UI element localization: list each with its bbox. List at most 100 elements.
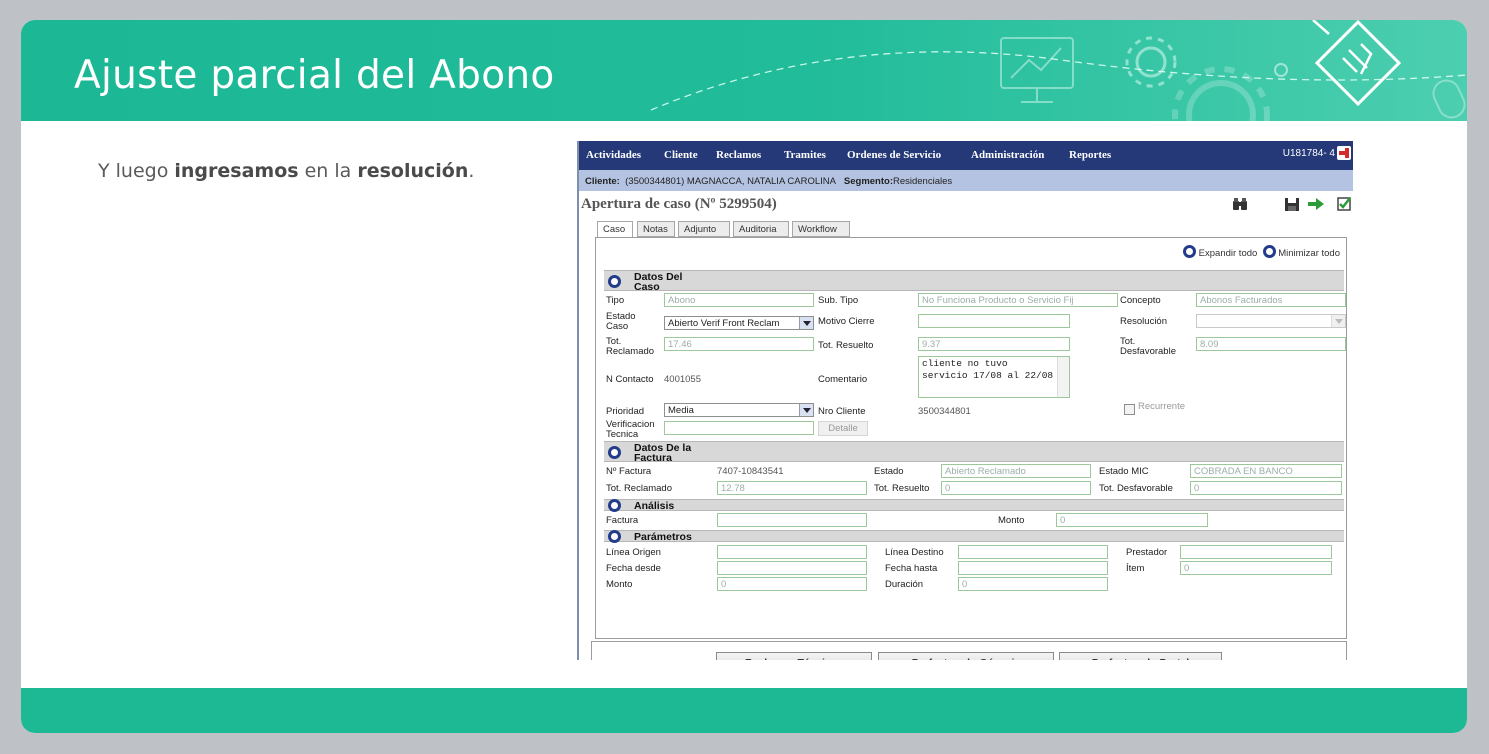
logout-icon[interactable] <box>1337 146 1351 160</box>
nro-cliente-label: Nro Cliente <box>818 406 866 417</box>
tot-desfav-field[interactable]: 8.09 <box>1196 337 1346 351</box>
save-icon[interactable] <box>1283 195 1301 213</box>
tot-resuelto-label: Tot. Resuelto <box>818 340 874 351</box>
verif-tecnica-field[interactable] <box>664 421 814 435</box>
analisis-monto-label: Monto <box>998 515 1025 526</box>
factura-estado-field[interactable]: Abierto Reclamado <box>941 464 1091 478</box>
collapse-icon[interactable] <box>608 446 621 459</box>
nro-cliente-value: 3500344801 <box>918 406 971 417</box>
menu-tramites[interactable]: Tramites <box>784 149 826 161</box>
fecha-desde-field[interactable] <box>717 561 867 575</box>
detalle-button[interactable]: Detalle <box>818 421 868 436</box>
tab-notas[interactable]: Notas <box>637 221 675 237</box>
textarea-scrollbar[interactable] <box>1057 357 1069 397</box>
prestador-label: Prestador <box>1126 547 1168 558</box>
comentario-textarea[interactable]: cliente no tuvo servicio 17/08 al 22/08 <box>918 356 1070 398</box>
resolucion-select[interactable] <box>1196 314 1346 328</box>
linea-destino-field[interactable] <box>958 545 1108 559</box>
factura-tot-resuelto-field[interactable]: 0 <box>941 481 1091 495</box>
chevron-down-icon <box>1331 315 1345 327</box>
expand-links: Expandir todo Minimizar todo <box>1183 245 1340 259</box>
estado-mic-field[interactable]: COBRADA EN BANCO <box>1190 464 1342 478</box>
factura-tot-reclamado-field[interactable]: 12.78 <box>717 481 867 495</box>
section-datos-caso[interactable]: Datos Del Caso <box>604 270 1344 292</box>
linea-origen-field[interactable] <box>717 545 867 559</box>
linea-destino-label: Línea Destino <box>885 547 944 558</box>
duracion-label: Duración <box>885 579 924 590</box>
menu-actividades[interactable]: Actividades <box>586 149 641 161</box>
analisis-factura-field[interactable] <box>717 513 867 527</box>
fecha-desde-label: Fecha desde <box>606 563 661 574</box>
section-analisis[interactable]: Análisis <box>604 499 1344 512</box>
item-field[interactable]: 0 <box>1180 561 1332 575</box>
analisis-monto-field[interactable]: 0 <box>1056 513 1208 527</box>
factura-tot-desfav-label: Tot. Desfavorable <box>1099 483 1173 494</box>
estado-mic-label: Estado MIC <box>1099 466 1149 477</box>
concepto-label: Concepto <box>1120 295 1161 306</box>
tot-reclamado-field[interactable]: 17.46 <box>664 337 814 351</box>
expand-all-link[interactable]: Expandir todo <box>1199 248 1258 259</box>
forward-arrow-icon[interactable] <box>1307 195 1325 213</box>
prioridad-select[interactable]: Media <box>664 403 814 417</box>
motivo-cierre-label: Motivo Cierre <box>818 316 875 327</box>
client-value: (3500344801) MAGNACCA, NATALIA CAROLINA <box>625 176 836 187</box>
slide-body-text: Y luego ingresamos en la resolución. <box>98 160 475 182</box>
case-panel: Expandir todo Minimizar todo Datos Del C… <box>595 237 1347 639</box>
factura-tot-desfav-field[interactable]: 0 <box>1190 481 1342 495</box>
subtipo-field[interactable]: No Funciona Producto o Servicio Fij <box>918 293 1118 307</box>
menu-reportes[interactable]: Reportes <box>1069 149 1111 161</box>
chevron-down-icon <box>799 404 813 416</box>
fecha-hasta-field[interactable] <box>958 561 1108 575</box>
binoculars-icon[interactable] <box>1231 195 1249 213</box>
concepto-field[interactable]: Abonos Facturados <box>1196 293 1346 307</box>
minimize-all-link[interactable]: Minimizar todo <box>1278 248 1340 259</box>
prefacturado-genesis-button[interactable]: Prefacturado Génesis <box>878 652 1054 660</box>
slide-header: Ajuste parcial del Abono <box>21 20 1467 121</box>
ncontacto-value: 4001055 <box>664 374 701 385</box>
prioridad-label: Prioridad <box>606 406 645 417</box>
comentario-label: Comentario <box>818 374 868 385</box>
collapse-icon[interactable] <box>608 530 621 543</box>
tot-resuelto-field[interactable]: 9.37 <box>918 337 1070 351</box>
section-datos-factura[interactable]: Datos De la Factura <box>604 441 1344 463</box>
slide: Ajuste parcial del Abono Y luego ingresa… <box>21 20 1467 733</box>
slide-title: Ajuste parcial del Abono <box>74 53 555 98</box>
verif-label-2: Tecnica <box>606 429 639 440</box>
checklist-icon[interactable] <box>1335 195 1353 213</box>
factura-tot-reclamado-label: Tot. Reclamado <box>606 483 673 494</box>
motivo-cierre-field[interactable] <box>918 314 1070 328</box>
expand-all-icon[interactable] <box>1183 245 1197 258</box>
nro-factura-label: Nº Factura <box>606 466 652 477</box>
resolucion-label: Resolución <box>1120 316 1167 327</box>
analisis-factura-label: Factura <box>606 515 639 526</box>
param-monto-field[interactable]: 0 <box>717 577 867 591</box>
section-parametros[interactable]: Parámetros <box>604 530 1344 543</box>
reclamos-tecnicos-button[interactable]: Reclamos Técnicos <box>716 652 872 660</box>
recurrente-checkbox[interactable] <box>1124 404 1135 415</box>
collapse-icon[interactable] <box>608 499 621 512</box>
collapse-icon[interactable] <box>608 275 621 288</box>
action-buttons-panel: Reclamos Técnicos Prefacturado Génesis P… <box>591 641 1347 660</box>
tab-adjunto[interactable]: Adjunto <box>678 221 730 237</box>
client-bar: Cliente: (3500344801) MAGNACCA, NATALIA … <box>579 170 1353 191</box>
minimize-all-icon[interactable] <box>1262 245 1276 258</box>
menu-reclamos[interactable]: Reclamos <box>716 149 761 161</box>
tab-auditoria[interactable]: Auditoria <box>733 221 789 237</box>
nro-factura-value: 7407-10843541 <box>717 466 784 477</box>
estado-caso-select[interactable]: Abierto Verif Front Reclam <box>664 316 814 330</box>
segment-value: Residenciales <box>892 176 953 187</box>
menu-ordenes-servicio[interactable]: Ordenes de Servicio <box>847 149 941 161</box>
user-id: U181784- 4 <box>1282 148 1335 159</box>
fecha-hasta-label: Fecha hasta <box>885 563 938 574</box>
slide-footer <box>21 688 1467 733</box>
menu-cliente[interactable]: Cliente <box>664 149 698 161</box>
duracion-field[interactable]: 0 <box>958 577 1108 591</box>
client-label: Cliente: <box>585 176 620 187</box>
tab-workflow[interactable]: Workflow <box>792 221 850 237</box>
prestador-field[interactable] <box>1180 545 1332 559</box>
tipo-field[interactable]: Abono <box>664 293 814 307</box>
prefacturado-portal-button[interactable]: Prefacturado Portal <box>1059 652 1222 660</box>
factura-tot-resuelto-label: Tot. Resuelto <box>874 483 930 494</box>
recurrente-label: Recurrente <box>1138 401 1185 412</box>
menu-administracion[interactable]: Administración <box>971 149 1044 161</box>
